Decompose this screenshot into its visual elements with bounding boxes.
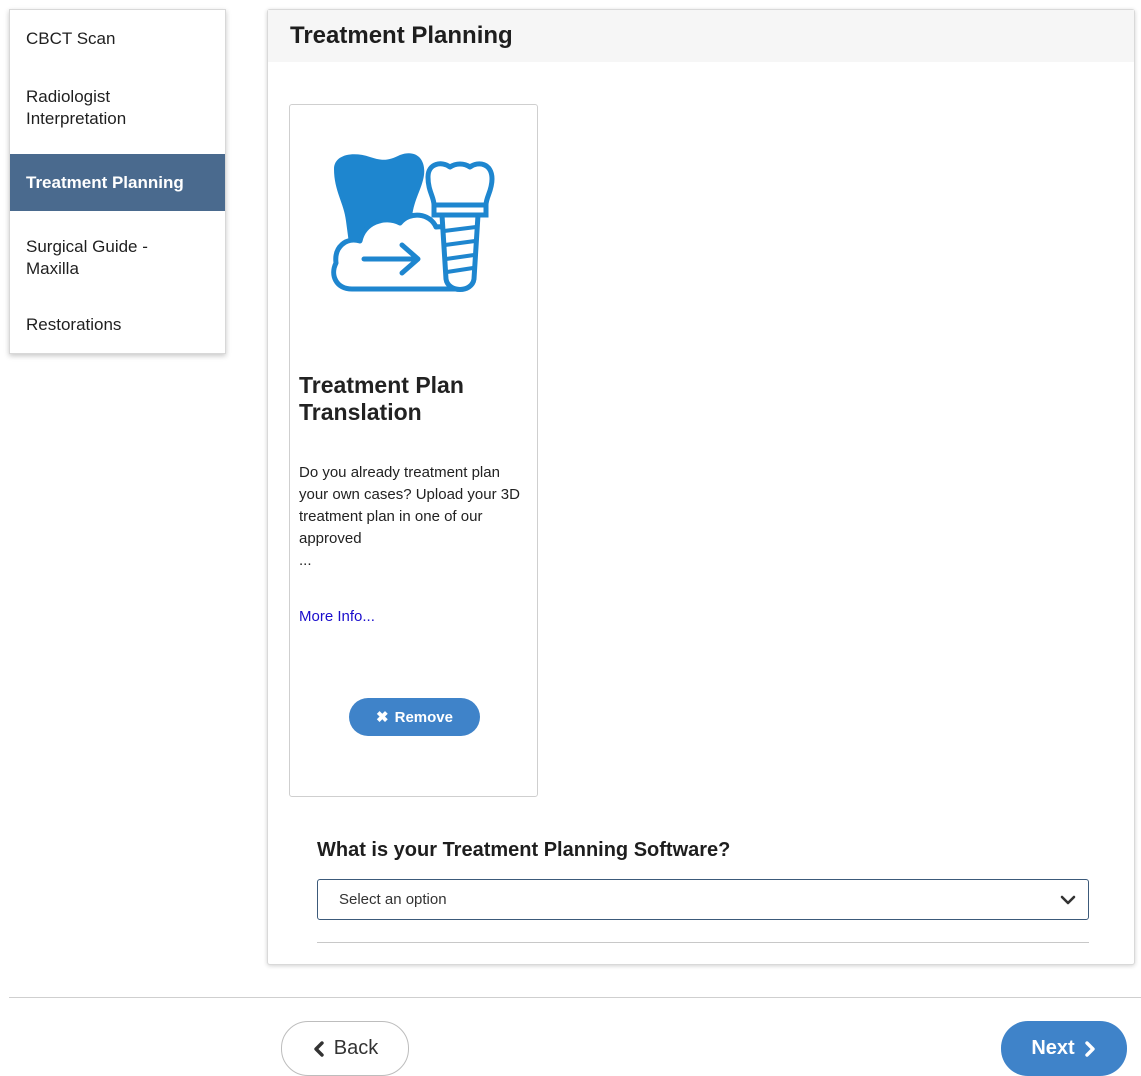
chevron-down-icon bbox=[1060, 895, 1076, 905]
planning-software-select[interactable]: Select an option bbox=[317, 879, 1089, 920]
card-title: Treatment Plan Translation bbox=[299, 372, 464, 425]
sidebar-item-treatment-planning[interactable]: Treatment Planning bbox=[10, 154, 225, 211]
chevron-right-icon bbox=[1084, 1040, 1095, 1057]
panel-divider bbox=[317, 942, 1089, 943]
remove-label: Remove bbox=[394, 708, 453, 726]
back-label: Back bbox=[333, 1037, 379, 1059]
sidebar-item-cbct-scan[interactable]: CBCT Scan bbox=[10, 18, 225, 60]
card-description-ellipsis: ... bbox=[299, 552, 312, 569]
card-description-text: Do you already treatment plan your own c… bbox=[299, 464, 520, 547]
cloud-implant-transfer-icon bbox=[331, 153, 495, 292]
sidebar-item-label: CBCT Scan bbox=[26, 29, 116, 48]
select-value: Select an option bbox=[339, 891, 447, 908]
next-label: Next bbox=[1031, 1037, 1075, 1059]
software-question: What is your Treatment Planning Software… bbox=[317, 839, 731, 861]
remove-button[interactable]: ✖ Remove bbox=[349, 698, 480, 736]
panel-header: Treatment Planning bbox=[268, 10, 1134, 62]
sidebar-item-label: Restorations bbox=[26, 315, 122, 334]
next-button[interactable]: Next bbox=[1001, 1021, 1127, 1076]
more-info-link[interactable]: More Info... bbox=[299, 608, 375, 625]
sidebar-item-label: Radiologist Interpretation bbox=[26, 87, 127, 128]
page-title: Treatment Planning bbox=[290, 22, 513, 49]
close-icon: ✖ bbox=[376, 709, 389, 726]
footer-divider bbox=[9, 997, 1141, 998]
sidebar-item-label: Treatment Planning bbox=[26, 172, 184, 192]
back-button[interactable]: Back bbox=[281, 1021, 409, 1076]
step-sidebar: CBCT Scan Radiologist Interpretation Tre… bbox=[9, 9, 226, 354]
card-description: Do you already treatment plan your own c… bbox=[299, 462, 531, 572]
sidebar-item-label: Surgical Guide - Maxilla bbox=[26, 237, 148, 278]
sidebar-item-restorations[interactable]: Restorations bbox=[10, 305, 225, 345]
chevron-left-icon bbox=[314, 1040, 324, 1057]
service-card: Treatment Plan Translation Do you alread… bbox=[289, 104, 538, 797]
sidebar-item-surgical-guide-maxilla[interactable]: Surgical Guide - Maxilla bbox=[10, 222, 190, 294]
main-panel: Treatment Planning Treatment Plan Transl… bbox=[267, 9, 1135, 965]
sidebar-item-radiologist-interpretation[interactable]: Radiologist Interpretation bbox=[10, 72, 190, 144]
